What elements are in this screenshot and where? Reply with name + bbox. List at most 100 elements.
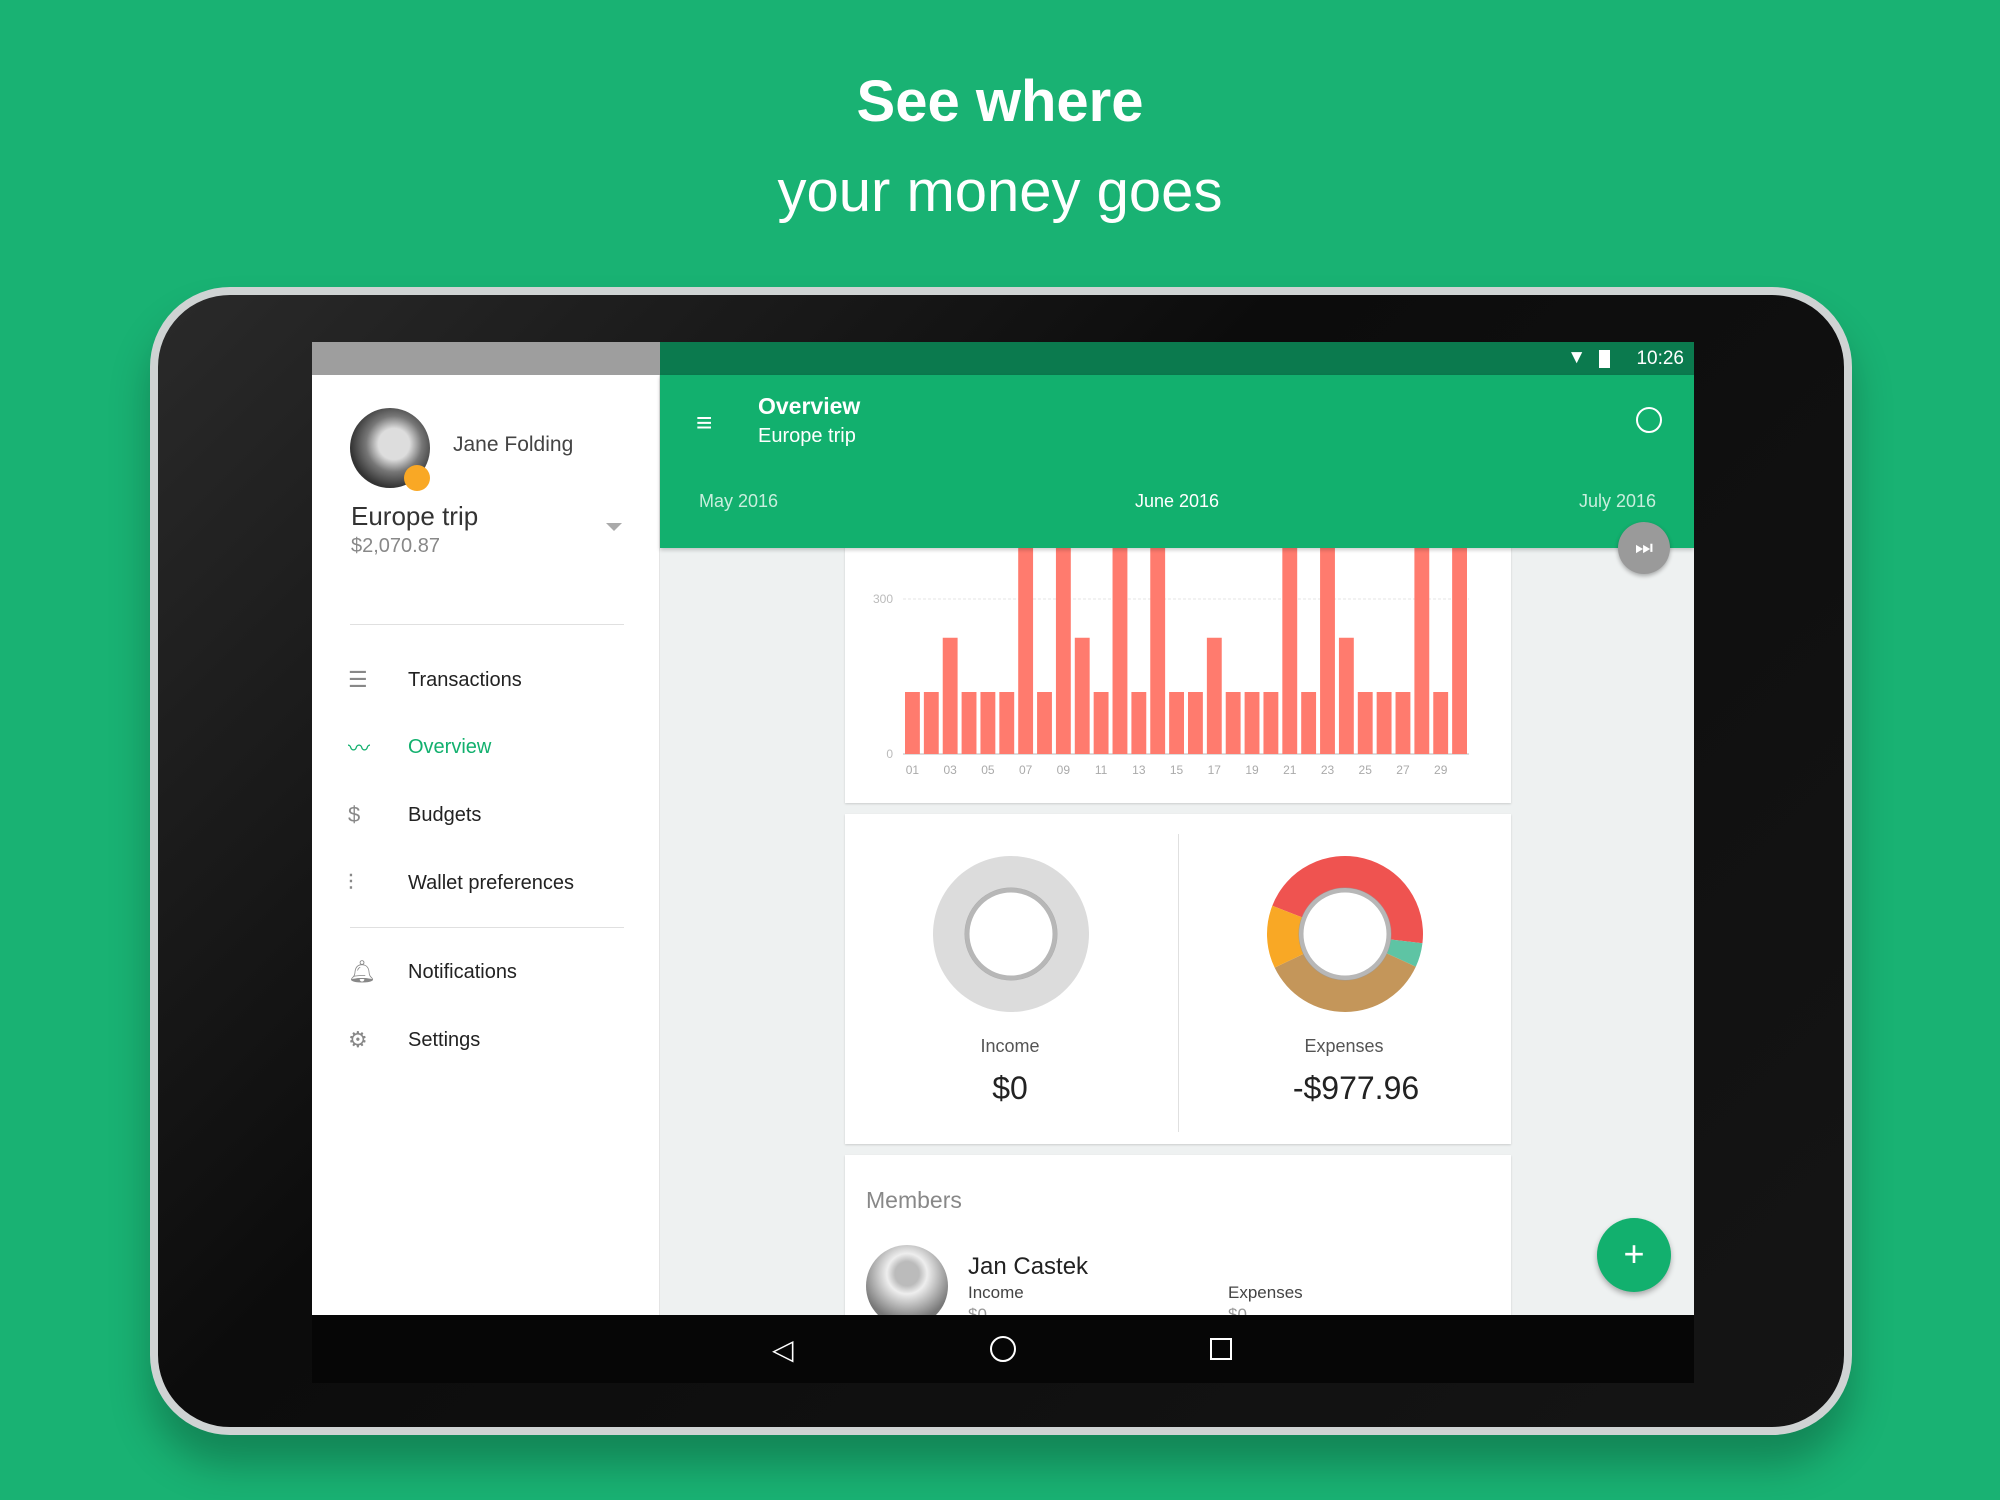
month-current[interactable]: June 2016 [660,491,1694,512]
x-tick-label: 17 [1208,763,1222,777]
x-tick-label: 19 [1245,763,1259,777]
menu-icon[interactable]: ≡ [696,407,712,439]
bar-day-27[interactable] [1395,692,1411,754]
donut-slice[interactable] [1274,953,1416,1012]
x-tick-label: 03 [943,763,957,777]
donut-inner-ring [964,887,1058,981]
bar-day-02[interactable] [923,692,939,754]
drawer-item-settings[interactable]: ⚙ Settings [348,1020,638,1060]
bar-day-22[interactable] [1301,692,1317,754]
x-tick-label: 27 [1396,763,1410,777]
x-tick-label: 23 [1321,763,1335,777]
bar-day-15[interactable] [1169,692,1184,754]
member-expenses-label: Expenses [1228,1283,1303,1302]
item-label: Settings [408,1028,481,1051]
x-tick-label: 21 [1283,763,1297,777]
bar-day-04[interactable] [961,692,977,754]
drawer-item-wallet-preferences[interactable]: ⫶ Wallet preferences [348,863,638,903]
expenses-value: -$977.96 [1292,1070,1420,1106]
home-icon[interactable] [990,1336,1016,1362]
page-title: Overview [758,393,861,419]
x-tick-label: 05 [981,763,995,777]
bar-day-18[interactable] [1225,692,1241,754]
divider [350,927,624,928]
user-name: Jane Folding [453,433,574,456]
bell-icon: 🔔︎ [348,959,376,984]
bar-day-16[interactable] [1188,692,1203,754]
bar-day-10[interactable] [1074,637,1090,754]
bar-day-08[interactable] [1037,692,1052,754]
wallet-name: Europe trip [351,501,479,531]
month-next[interactable]: July 2016 [1579,491,1656,512]
bar-day-03[interactable] [942,637,958,754]
status-bar-left [312,342,660,375]
recents-icon[interactable] [1210,1338,1232,1360]
x-tick-label: 15 [1170,763,1184,777]
drawer-item-notifications[interactable]: 🔔︎ Notifications [348,952,638,992]
x-tick-label: 11 [1095,763,1108,777]
device-screen: ▼ 10:26 Jane Folding Europe trip $2,070.… [312,342,1694,1383]
app-bar: ≡ Overview Europe trip May 2016 June 201… [660,375,1694,548]
bar-day-25[interactable] [1357,692,1373,754]
x-tick-label: 13 [1132,763,1146,777]
divider [350,624,624,625]
bar-day-17[interactable] [1206,637,1222,754]
promo-title: See where [856,69,1144,134]
bar-day-26[interactable] [1376,692,1392,754]
back-icon[interactable]: ◁ [772,1333,794,1366]
gear-icon: ⚙ [348,1027,368,1052]
wallet-selector[interactable]: Europe trip $2,070.87 [350,495,622,575]
bar-day-06[interactable] [999,692,1015,754]
bar-day-13[interactable] [1131,692,1147,754]
x-tick-label: 29 [1434,763,1448,777]
page-subtitle: Europe trip [758,425,856,447]
skip-forward-button[interactable]: ⏭ [1618,522,1670,574]
x-tick-label: 07 [1019,763,1033,777]
bar-day-20[interactable] [1263,692,1279,754]
members-title: Members [866,1187,962,1213]
drawer-item-overview[interactable]: 〰 Overview [348,727,638,767]
system-nav-bar: ◁ [312,1315,1694,1383]
expenses-label: Expenses [1304,1036,1384,1056]
bar-day-29[interactable] [1433,692,1449,754]
status-time: 10:26 [1636,348,1684,369]
y-tick-label: 0 [886,747,893,761]
x-tick-label: 01 [906,763,920,777]
list-icon: ☰ [348,667,368,692]
chevron-down-icon [606,523,622,531]
battery-icon [1599,350,1610,368]
premium-badge-icon [404,465,430,491]
income-label: Income [980,1036,1040,1056]
item-label: Budgets [408,803,482,826]
y-tick-label: 300 [873,592,893,606]
item-label: Wallet preferences [408,871,574,894]
add-fab-button[interactable]: + [1597,1218,1671,1292]
sliders-icon: ⫶ [348,870,354,895]
bar-day-11[interactable] [1093,692,1109,754]
x-tick-label: 09 [1057,763,1071,777]
income-expenses-card: Income $0 Expenses -$977.96 [845,814,1511,1144]
drawer-item-transactions[interactable]: ☰ Transactions [348,660,638,700]
trend-icon: 〰 [348,736,371,761]
x-tick-label: 25 [1359,763,1373,777]
bar-day-05[interactable] [980,692,996,754]
money-bag-icon: $ [348,802,361,827]
history-clock-icon[interactable] [1636,407,1662,433]
bar-day-01[interactable] [905,692,920,754]
income-value: $0 [992,1070,1028,1106]
navigation-drawer: Jane Folding Europe trip $2,070.87 ☰ Tran… [312,375,660,1315]
bar-day-24[interactable] [1338,637,1354,754]
drawer-item-budgets[interactable]: $ Budgets [348,795,638,835]
status-bar: ▼ 10:26 [660,342,1694,375]
item-label: Notifications [408,960,517,983]
donut-inner-ring [1298,887,1392,981]
wallet-balance: $2,070.87 [351,535,440,557]
wifi-icon: ▼ [1567,347,1586,368]
item-label: Overview [408,735,492,758]
member-income-label: Income [968,1283,1024,1302]
item-label: Transactions [408,668,522,691]
member-name[interactable]: Jan Castek [968,1253,1088,1281]
bar-day-19[interactable] [1244,692,1260,754]
promo-subtitle: your money goes [777,159,1223,224]
donut-slice[interactable] [932,856,1089,1013]
